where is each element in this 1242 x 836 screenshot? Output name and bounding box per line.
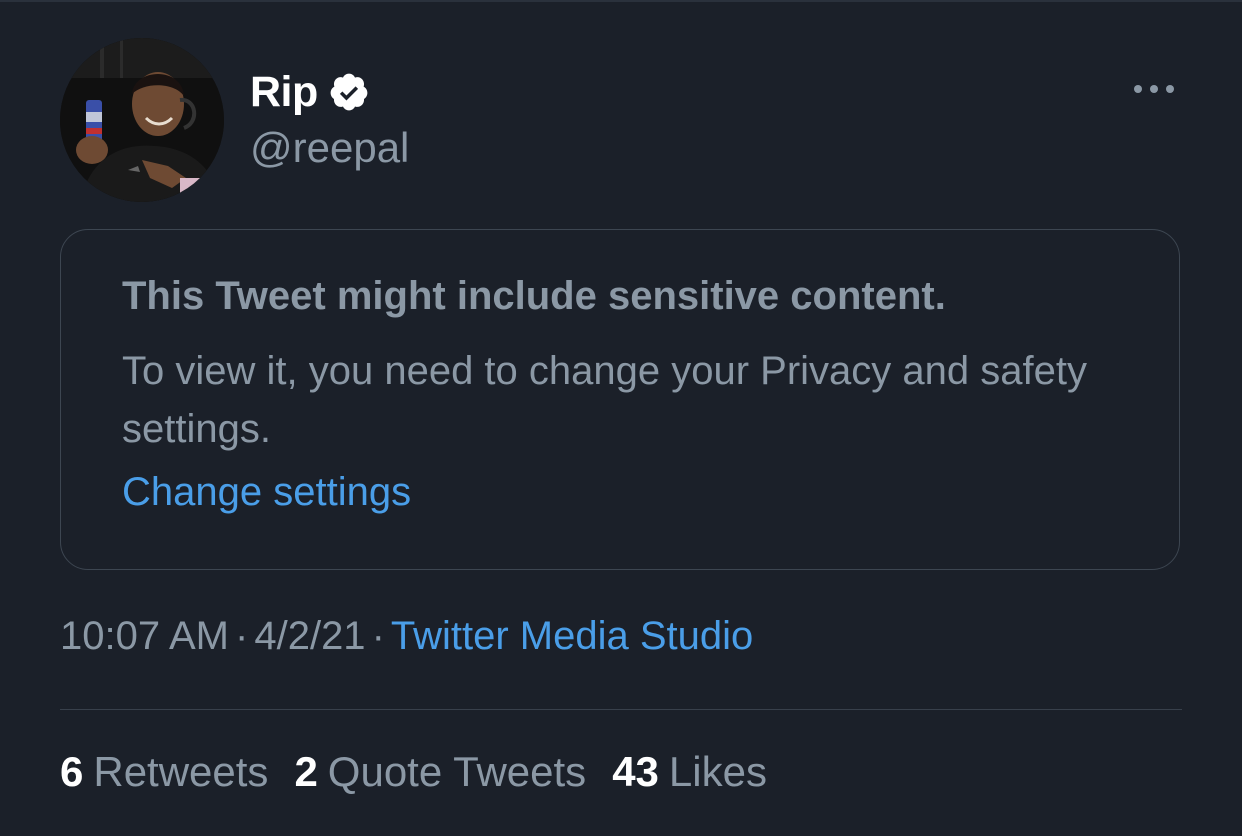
retweets-count: 6 (60, 748, 84, 795)
top-divider (0, 0, 1242, 2)
sensitive-content-card: This Tweet might include sensitive conte… (60, 229, 1180, 570)
verified-badge-icon (328, 71, 370, 113)
avatar-image (60, 38, 224, 202)
author-display-name[interactable]: Rip (250, 68, 318, 117)
meta-separator: · (235, 614, 249, 658)
tweet-meta: 10:07 AM · 4/2/21 · Twitter Media Studio (60, 614, 753, 659)
tweet-stats: 6 Retweets 2 Quote Tweets 43 Likes (60, 748, 767, 796)
meta-separator: · (371, 614, 385, 658)
tweet-date[interactable]: 4/2/21 (254, 614, 365, 658)
sensitive-content-title: This Tweet might include sensitive conte… (122, 274, 946, 318)
avatar[interactable] (60, 38, 224, 202)
change-settings-link[interactable]: Change settings (122, 470, 411, 515)
likes-stat[interactable]: 43 Likes (612, 748, 767, 796)
tweet-time[interactable]: 10:07 AM (60, 614, 229, 658)
likes-count: 43 (612, 748, 659, 795)
retweets-label: Retweets (93, 748, 269, 795)
more-options-button[interactable] (1126, 70, 1182, 108)
quote-tweets-stat[interactable]: 2 Quote Tweets (294, 748, 586, 796)
tweet-source-link[interactable]: Twitter Media Studio (391, 614, 753, 658)
likes-label: Likes (668, 748, 767, 795)
author-name-row[interactable]: Rip (250, 66, 370, 118)
quote-tweets-count: 2 (294, 748, 318, 795)
stats-divider (60, 709, 1182, 710)
retweets-stat[interactable]: 6 Retweets (60, 748, 268, 796)
more-horizontal-icon (1134, 85, 1174, 93)
author-handle[interactable]: @reepal (250, 124, 409, 172)
quote-tweets-label: Quote Tweets (327, 748, 587, 795)
tweet-detail-page: Rip @reepal This Tweet might include sen… (0, 0, 1242, 836)
sensitive-content-description: To view it, you need to change your Priv… (122, 349, 1087, 451)
